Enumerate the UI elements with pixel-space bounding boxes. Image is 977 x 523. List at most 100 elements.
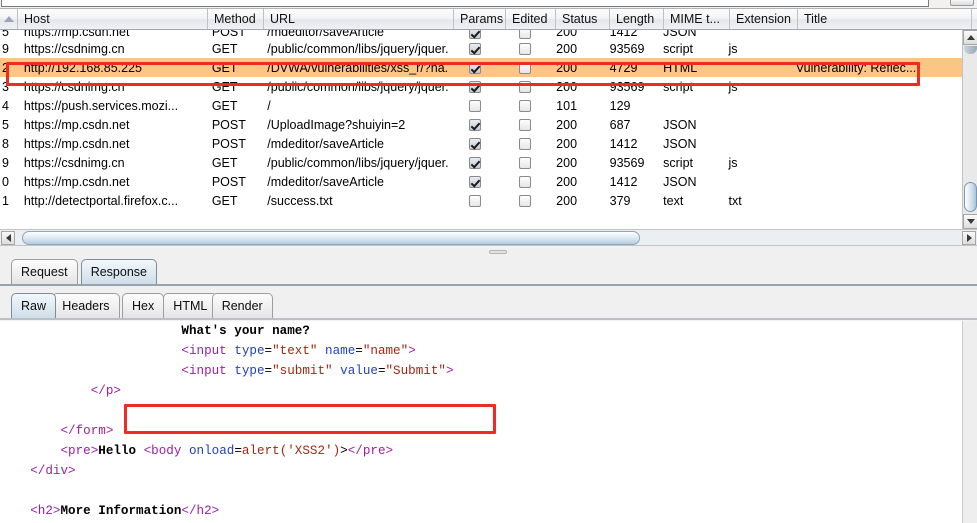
cell-edited[interactable] (501, 99, 550, 112)
cell-edited[interactable] (501, 194, 550, 207)
checkbox-unchecked-icon[interactable] (519, 194, 532, 207)
cell-edited[interactable] (501, 42, 550, 55)
table-row[interactable]: 1 http://detectportal.firefox.c... GET/suc… (0, 191, 962, 210)
cell-edited[interactable] (501, 80, 550, 93)
checkbox-checked-icon[interactable] (469, 175, 481, 188)
checkbox-unchecked-icon[interactable] (519, 80, 532, 93)
panel-splitter[interactable] (0, 246, 977, 257)
tab-html[interactable]: HTML (163, 293, 218, 318)
tab-render[interactable]: Render (211, 293, 273, 318)
code-token: alert('XSS2') (241, 444, 341, 458)
column-header-title[interactable]: Title (798, 9, 972, 29)
checkbox-unchecked-icon[interactable] (469, 99, 481, 112)
column-header-url[interactable]: URL (264, 9, 454, 29)
cell-mime: text (663, 193, 684, 208)
table-row[interactable]: 8 https://mp.csdn.net POST/mdeditor/saveAr… (0, 134, 962, 153)
code-line: <h2>More Information</h2> (0, 501, 962, 521)
table-row[interactable]: 4 https://push.services.mozi... GET / 101 129 (0, 96, 962, 115)
checkbox-checked-icon[interactable] (469, 61, 481, 74)
column-header-sort[interactable] (0, 9, 18, 29)
checkbox-unchecked-icon[interactable] (519, 99, 532, 112)
tab-raw[interactable]: Raw (11, 293, 57, 318)
column-header-method[interactable]: Method (208, 9, 264, 29)
cell-edited[interactable] (501, 175, 550, 188)
scroll-right-button[interactable] (962, 231, 976, 245)
checkbox-unchecked-icon[interactable] (519, 156, 532, 169)
tab-label: Render (221, 299, 263, 313)
table-row[interactable]: 0 https://mp.csdn.net POST/mdeditor/saveAr… (0, 172, 962, 191)
tab-hex[interactable]: Hex (122, 293, 165, 318)
horizontal-scrollbar-thumb[interactable] (22, 231, 640, 245)
cell-params[interactable] (449, 156, 500, 169)
cell-edited[interactable] (501, 30, 550, 39)
code-token: = (377, 364, 386, 378)
code-token: </pre> (347, 444, 394, 458)
row-index: 1 (2, 193, 9, 208)
tab-response[interactable]: Response (80, 259, 157, 284)
scroll-up-button[interactable] (963, 30, 977, 45)
checkbox-unchecked-icon[interactable] (519, 118, 532, 131)
column-header-params[interactable]: Params (454, 9, 506, 29)
column-header-edited[interactable]: Edited (506, 9, 556, 29)
cell-params[interactable] (449, 175, 500, 188)
scrollbar-track-upper[interactable] (964, 46, 977, 54)
cell-mime: script (663, 41, 694, 56)
cell-method: POST (211, 30, 246, 39)
table-row[interactable]: 9 https://csdnimg.cn GET/public/common/lib… (0, 39, 962, 58)
filter-text-field[interactable] (1, 0, 929, 7)
table-row[interactable]: 5 https://mp.csdn.net POST/UploadImage?shu… (0, 115, 962, 134)
toolbar-button[interactable] (950, 0, 974, 6)
table-row[interactable]: 9 https://csdnimg.cn GET/public/common/lib… (0, 153, 962, 172)
checkbox-checked-icon[interactable] (469, 118, 481, 131)
cell-params[interactable] (449, 118, 500, 131)
column-header-host[interactable]: Host (18, 9, 208, 29)
scrollbar-thumb[interactable] (964, 182, 977, 212)
checkbox-checked-icon[interactable] (469, 42, 481, 55)
cell-length: 129 (609, 98, 631, 113)
response-raw-body[interactable]: What's your name? <input type="text" nam… (0, 321, 962, 523)
column-header-mime[interactable]: MIME t... (664, 9, 730, 29)
checkbox-unchecked-icon[interactable] (469, 194, 481, 207)
cell-status: 200 (556, 30, 578, 39)
checkbox-unchecked-icon[interactable] (519, 61, 532, 74)
table-row[interactable]: 5 https://mp.csdn.net POST/mdeditor/saveAr… (0, 30, 962, 39)
checkbox-checked-icon[interactable] (469, 80, 481, 93)
checkbox-checked-icon[interactable] (469, 156, 481, 169)
table-horizontal-scrollbar[interactable] (0, 229, 977, 246)
cell-params[interactable] (449, 194, 500, 207)
column-header-label: Edited (512, 12, 548, 26)
checkbox-checked-icon[interactable] (469, 137, 481, 150)
cell-edited[interactable] (501, 61, 550, 74)
cell-edited[interactable] (501, 118, 550, 131)
checkbox-checked-icon[interactable] (469, 30, 481, 39)
scroll-down-button[interactable] (963, 214, 977, 229)
column-header-label: Params (460, 12, 504, 26)
cell-params[interactable] (449, 42, 500, 55)
cell-edited[interactable] (501, 156, 550, 169)
checkbox-unchecked-icon[interactable] (519, 137, 532, 150)
column-header-extension[interactable]: Extension (730, 9, 798, 29)
table-row[interactable]: 3 https://csdnimg.cn GET/public/common/lib… (0, 77, 962, 96)
cell-edited[interactable] (501, 137, 550, 150)
cell-params[interactable] (449, 137, 500, 150)
tab-headers[interactable]: Headers (52, 293, 120, 318)
cell-params[interactable] (449, 99, 500, 112)
cell-url: /public/common/libs/jquery/jquer... (267, 155, 450, 170)
row-index: 2 (2, 60, 9, 75)
table-vertical-scrollbar[interactable] (962, 30, 977, 229)
cell-params[interactable] (449, 30, 500, 39)
scroll-left-button[interactable] (1, 231, 15, 245)
column-header-length[interactable]: Length (610, 9, 664, 29)
table-row[interactable]: 2 http://192.168.85.225 GET/DVWA/vulnerabi… (0, 58, 962, 77)
checkbox-unchecked-icon[interactable] (519, 42, 532, 55)
tab-request[interactable]: Request (11, 259, 78, 284)
body-vertical-scrollbar[interactable] (962, 321, 977, 523)
cell-params[interactable] (449, 80, 500, 93)
column-header-status[interactable]: Status (556, 9, 610, 29)
checkbox-unchecked-icon[interactable] (519, 30, 532, 39)
splitter-grip-icon[interactable] (489, 250, 507, 254)
checkbox-unchecked-icon[interactable] (519, 175, 532, 188)
cell-params[interactable] (449, 61, 500, 74)
